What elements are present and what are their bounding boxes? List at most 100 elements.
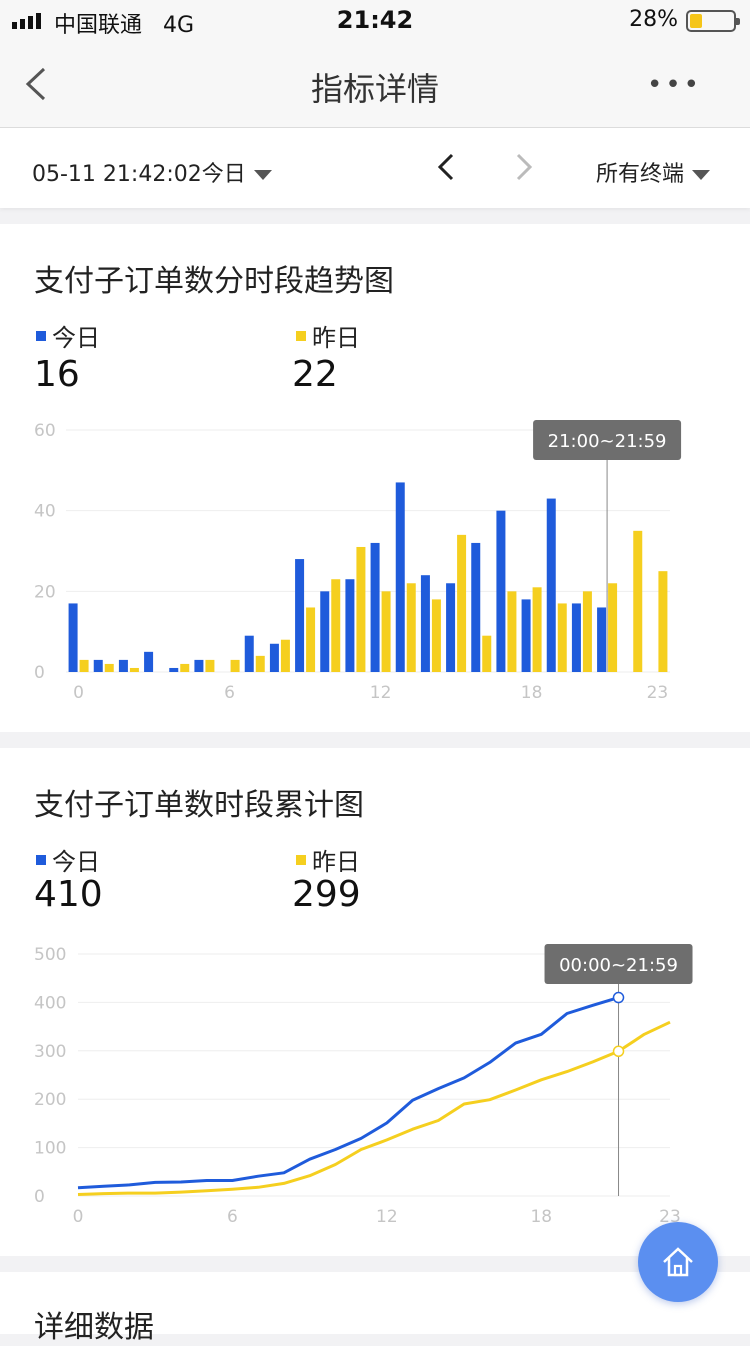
bar [104,663,114,672]
bar [320,591,330,672]
y-tick-label: 300 [34,1042,66,1062]
bar [180,663,190,672]
hover-point [612,1045,625,1058]
legend-today: 今日 [36,842,100,877]
legend-swatch [296,855,306,865]
nav-bar: 指标详情 ••• [0,40,750,128]
bar [471,542,481,672]
bar [446,583,456,672]
y-tick-label: 200 [34,1090,66,1110]
cumulative-card: 支付子订单数时段累计图 今日 昨日 410 299 0 100 200 300 400 5… [0,748,750,1256]
bar [68,603,78,672]
page-title: 指标详情 [310,70,439,108]
bar [633,530,643,672]
x-tick-label: 12 [370,683,392,703]
caret-down-icon [692,170,710,180]
bar [295,559,305,672]
y-tick-label: 100 [34,1139,66,1159]
prev-day-icon[interactable] [436,152,456,182]
bar [356,546,366,672]
bar [395,482,405,672]
y-tick-label: 500 [34,945,66,965]
bar [658,571,668,672]
bar [331,579,341,672]
bar [532,587,542,672]
bar [557,603,567,672]
x-tick-label: 6 [227,1207,238,1226]
bar [431,599,441,672]
bar [608,583,618,672]
card-title: 支付子订单数时段累计图 [34,788,364,823]
hourly-bar-chart[interactable]: 0 20 40 60 0 6 12 18 23 21:00~21:59 [30,414,710,704]
bar [457,534,467,672]
terminal-selector[interactable]: 所有终端 [596,156,710,188]
bar [597,607,607,672]
card-title: 支付子订单数分时段趋势图 [34,264,394,299]
bar [406,583,416,672]
x-tick-label: 23 [647,683,669,703]
bar [255,655,265,672]
y-tick-label: 0 [34,1187,45,1207]
bar [205,659,215,672]
yesterday-total: 22 [292,354,338,395]
status-bar: 中国联通 4G 21:42 28% [0,0,750,40]
battery-fill [690,14,702,28]
home-icon [663,1247,693,1277]
x-tick-label: 18 [530,1207,552,1226]
battery-icon [686,10,740,32]
legend-swatch [36,331,46,341]
today-total: 16 [34,354,80,395]
series-line [77,1020,671,1196]
y-tick-label: 0 [34,663,45,683]
hourly-trend-card: 支付子订单数分时段趋势图 今日 昨日 16 22 0 20 40 60 0 6 12 18 23… [0,224,750,732]
bar [381,591,391,672]
bar [507,591,517,672]
bar [169,667,179,672]
card-title: 详细数据 [34,1310,154,1345]
yesterday-total: 299 [292,874,361,915]
legend-swatch [36,855,46,865]
x-tick-label: 12 [376,1207,398,1226]
y-tick-label: 60 [34,421,56,441]
y-tick-label: 400 [34,993,66,1013]
cumulative-line-chart[interactable]: 01002003004005000 6 12 18 2300:00~21:59 [30,936,710,1226]
x-tick-label: 0 [73,683,84,703]
legend-yesterday: 昨日 [296,842,360,877]
x-tick-label: 18 [521,683,543,703]
bar [521,599,531,672]
next-day-icon[interactable] [514,152,534,182]
filter-bar: 05-11 21:42:02今日 所有终端 [0,128,750,208]
hover-point [612,991,625,1004]
x-tick-label: 6 [224,683,235,703]
legend-yesterday: 昨日 [296,318,360,353]
detail-card: 详细数据 [0,1272,750,1345]
y-tick-label: 20 [34,582,56,602]
home-button[interactable] [638,1222,718,1302]
bar [496,510,506,672]
x-tick-label: 0 [73,1207,84,1226]
date-selector[interactable]: 05-11 21:42:02今日 [32,156,272,188]
tooltip-label: 00:00~21:59 [559,955,678,976]
y-tick-label: 40 [34,502,56,522]
bar [280,639,290,672]
tooltip-label: 21:00~21:59 [548,431,667,452]
bar [79,659,89,672]
bar [194,659,204,672]
bar [230,659,240,672]
legend-today: 今日 [36,318,100,353]
terminal-label: 所有终端 [595,162,684,187]
today-total: 410 [34,874,103,915]
series-line [77,996,619,1190]
bar [306,607,316,672]
bar [129,667,139,672]
caret-down-icon [253,170,272,180]
bar [571,603,581,672]
date-label: 05-11 21:42:02今日 [32,162,246,187]
bar [345,579,355,672]
more-dots-icon[interactable]: ••• [647,72,702,98]
bar [582,591,592,672]
bar [482,635,492,672]
legend-swatch [296,331,306,341]
battery-percent: 28% [629,7,678,32]
bar [546,498,556,672]
